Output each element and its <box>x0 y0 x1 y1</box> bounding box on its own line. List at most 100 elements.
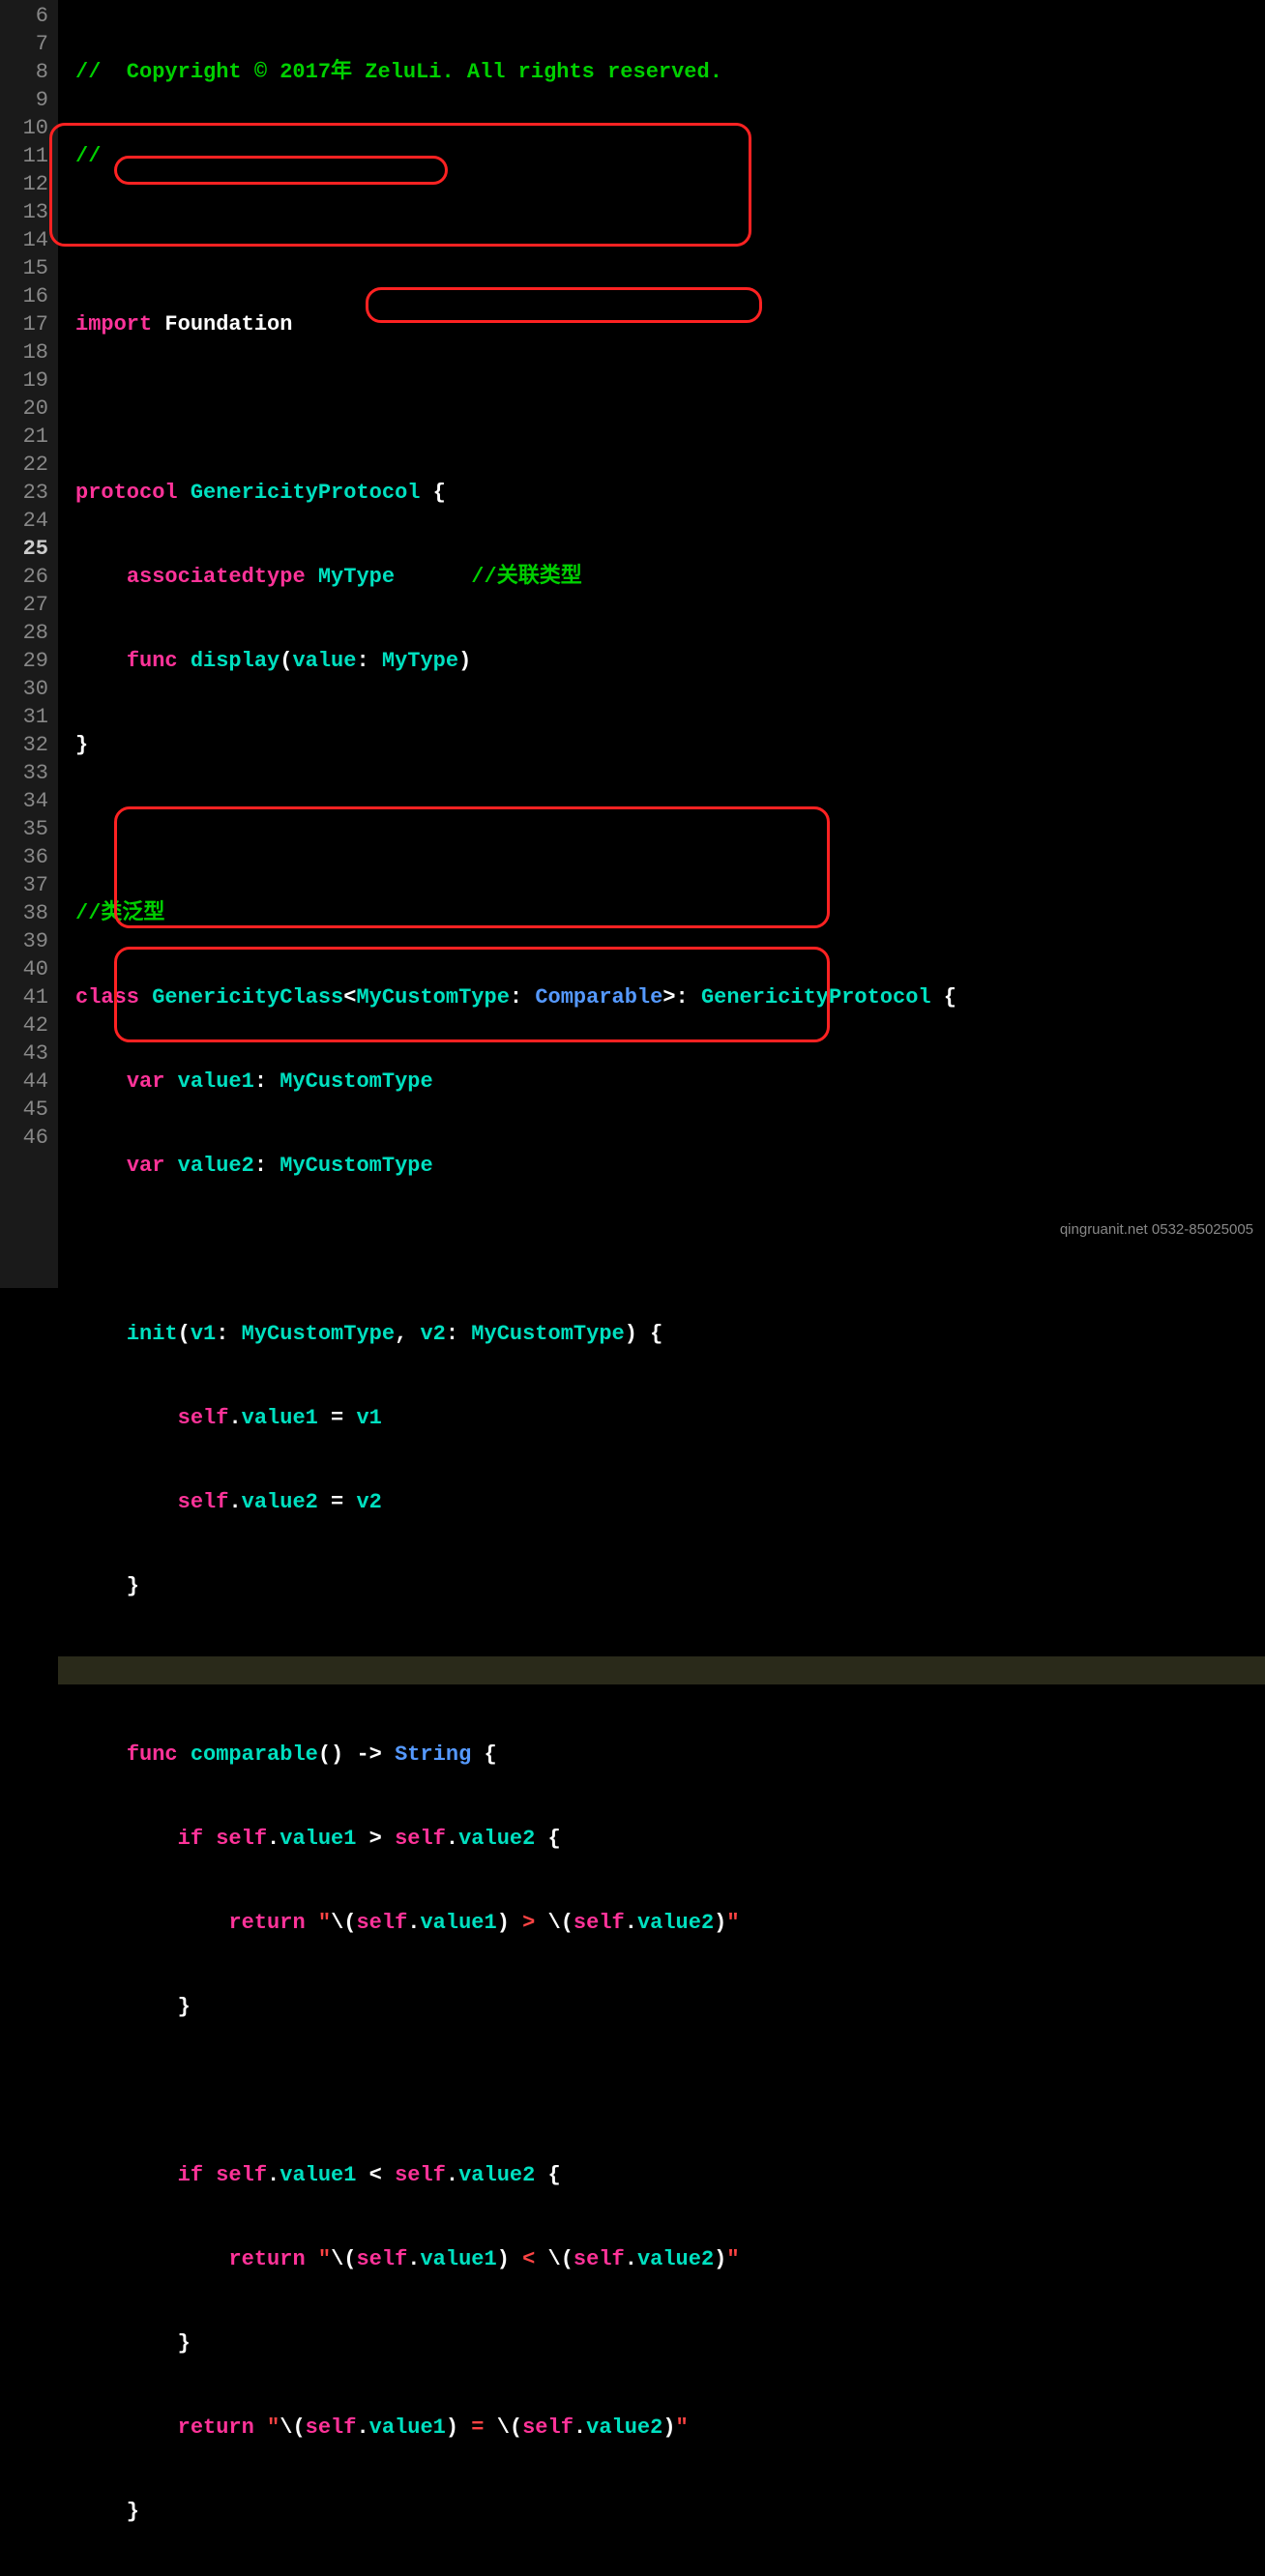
code-line: if self.value1 < self.value2 { <box>75 2161 1265 2189</box>
type-name: GenericityProtocol <box>191 481 421 505</box>
line-number: 37 <box>0 871 48 899</box>
line-number: 11 <box>0 142 48 170</box>
code-line <box>75 395 1265 423</box>
line-number: 22 <box>0 451 48 479</box>
comment-text: //关联类型 <box>471 565 581 589</box>
code-line <box>75 226 1265 254</box>
keyword: associatedtype <box>127 565 306 589</box>
line-number: 25 <box>0 535 48 563</box>
line-number: 23 <box>0 479 48 507</box>
type-name: GenericityClass <box>152 985 343 1010</box>
keyword: var <box>127 1069 165 1094</box>
line-number: 18 <box>0 338 48 366</box>
self-keyword: self <box>178 1490 229 1514</box>
code-line: var value1: MyCustomType <box>75 1068 1265 1096</box>
code-line: class GenericityClass<MyCustomType: Comp… <box>75 983 1265 1011</box>
code-line: // <box>75 142 1265 170</box>
keyword: var <box>127 1154 165 1178</box>
code-line: func display(value: MyType) <box>75 647 1265 675</box>
func-name: comparable <box>191 1742 318 1767</box>
code-line: init(v1: MyCustomType, v2: MyCustomType)… <box>75 1320 1265 1348</box>
line-number: 24 <box>0 507 48 535</box>
comment-text: //类泛型 <box>75 901 164 925</box>
line-number: 33 <box>0 759 48 787</box>
line-number: 9 <box>0 86 48 114</box>
code-line: protocol GenericityProtocol { <box>75 479 1265 507</box>
keyword: return <box>228 1911 305 1935</box>
code-line-current <box>58 1656 1265 1684</box>
code-line: } <box>75 2498 1265 2526</box>
code-line: } <box>75 731 1265 759</box>
line-number: 38 <box>0 899 48 927</box>
code-editor: 6789101112131415161718192021222324252627… <box>0 0 1265 1288</box>
self-keyword: self <box>178 1406 229 1430</box>
line-number: 8 <box>0 58 48 86</box>
keyword: class <box>75 985 139 1010</box>
line-number: 13 <box>0 198 48 226</box>
line-number: 7 <box>0 30 48 58</box>
line-number: 26 <box>0 563 48 591</box>
watermark-text: qingruanit.net 0532-85025005 <box>1060 1221 1253 1238</box>
code-line: func comparable() -> String { <box>75 1741 1265 1769</box>
keyword: init <box>127 1322 178 1346</box>
keyword: import <box>75 312 152 337</box>
line-number: 21 <box>0 423 48 451</box>
line-number: 36 <box>0 843 48 871</box>
keyword: if <box>178 2163 203 2187</box>
keyword: func <box>127 649 178 673</box>
line-number: 17 <box>0 310 48 338</box>
comment-text: // <box>75 144 101 168</box>
line-number: 43 <box>0 1039 48 1068</box>
line-number: 46 <box>0 1124 48 1152</box>
code-line: } <box>75 1993 1265 2021</box>
code-line <box>75 2077 1265 2105</box>
line-number: 42 <box>0 1011 48 1039</box>
keyword: func <box>127 1742 178 1767</box>
line-number: 6 <box>0 2 48 30</box>
keyword: protocol <box>75 481 178 505</box>
code-line: return "\(self.value1) = \(self.value2)" <box>75 2414 1265 2442</box>
line-number: 20 <box>0 395 48 423</box>
line-number: 19 <box>0 366 48 395</box>
line-number: 31 <box>0 703 48 731</box>
code-line: associatedtype MyType //关联类型 <box>75 563 1265 591</box>
line-number: 10 <box>0 114 48 142</box>
code-line: //类泛型 <box>75 899 1265 927</box>
code-line: self.value1 = v1 <box>75 1404 1265 1432</box>
line-number: 44 <box>0 1068 48 1096</box>
line-number: 28 <box>0 619 48 647</box>
line-number: 27 <box>0 591 48 619</box>
code-line: return "\(self.value1) < \(self.value2)" <box>75 2245 1265 2273</box>
code-line: // Copyright © 2017年 ZeluLi. All rights … <box>75 58 1265 86</box>
line-number: 32 <box>0 731 48 759</box>
line-number: 15 <box>0 254 48 282</box>
code-line: } <box>75 1572 1265 1600</box>
keyword: if <box>178 1827 203 1851</box>
code-line: import Foundation <box>75 310 1265 338</box>
line-number: 35 <box>0 815 48 843</box>
line-number: 16 <box>0 282 48 310</box>
comment-text: // Copyright © 2017年 ZeluLi. All rights … <box>75 60 722 84</box>
line-number: 34 <box>0 787 48 815</box>
line-number: 29 <box>0 647 48 675</box>
func-name: display <box>191 649 279 673</box>
line-number: 14 <box>0 226 48 254</box>
code-line <box>75 1236 1265 1264</box>
code-line: self.value2 = v2 <box>75 1488 1265 1516</box>
line-number-gutter: 6789101112131415161718192021222324252627… <box>0 0 58 1288</box>
type-name: MyType <box>318 565 395 589</box>
code-line <box>75 815 1265 843</box>
line-number: 40 <box>0 955 48 983</box>
code-line: } <box>75 2329 1265 2357</box>
line-number: 41 <box>0 983 48 1011</box>
keyword: return <box>228 2247 305 2271</box>
line-number: 45 <box>0 1096 48 1124</box>
line-number: 39 <box>0 927 48 955</box>
code-line: if self.value1 > self.value2 { <box>75 1825 1265 1853</box>
code-area[interactable]: // Copyright © 2017年 ZeluLi. All rights … <box>58 0 1265 1288</box>
type-ref: Comparable <box>535 985 662 1010</box>
line-number: 12 <box>0 170 48 198</box>
code-line: return "\(self.value1) > \(self.value2)" <box>75 1909 1265 1937</box>
line-number: 30 <box>0 675 48 703</box>
code-line: var value2: MyCustomType <box>75 1152 1265 1180</box>
